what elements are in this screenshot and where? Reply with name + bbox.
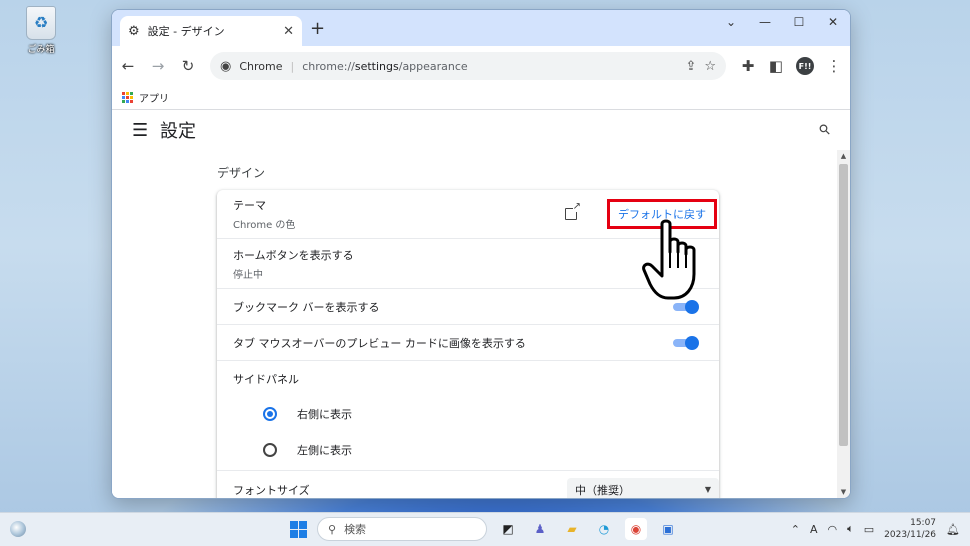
chevron-up-icon[interactable]: ⌃	[791, 523, 800, 536]
clock[interactable]: 15:07 2023/11/26	[884, 517, 936, 541]
new-tab-icon[interactable]: +	[310, 18, 325, 39]
taskbar-center: ⚲ 検索 ◩ ♟ ▰ ◔ ◉ ▣	[290, 517, 679, 541]
search-icon: ⚲	[328, 522, 337, 536]
battery-icon[interactable]: ▭	[864, 523, 874, 536]
side-panel-row: サイドパネル	[217, 360, 719, 396]
page-title: 設定	[160, 121, 196, 142]
open-external-icon[interactable]	[565, 202, 581, 220]
scroll-up-icon[interactable]: ▲	[837, 152, 850, 160]
theme-sub: Chrome の色	[233, 220, 296, 231]
home-button-label: ホームボタンを表示する	[233, 248, 354, 262]
browser-toolbar: ← → ↻ ◉ Chrome | chrome://settings/appea…	[112, 46, 850, 86]
file-explorer-icon[interactable]: ▰	[561, 518, 583, 540]
address-bar[interactable]: ◉ Chrome | chrome://settings/appearance …	[210, 52, 726, 80]
settings-page: ☰ 設定 ⚲ ▲ ▼ デザイン テーマ Chrome の色 デフォルトに戻す ホ…	[112, 110, 850, 498]
close-tab-icon[interactable]: ✕	[283, 24, 294, 39]
section-title-design: デザイン	[217, 166, 266, 180]
clock-time: 15:07	[910, 518, 937, 528]
profile-avatar[interactable]: F!!	[796, 57, 814, 75]
side-panel-right-option[interactable]: 右側に表示	[217, 396, 719, 432]
recycle-bin-icon	[26, 6, 56, 40]
volume-icon[interactable]: 🔈︎	[847, 522, 854, 536]
share-icon[interactable]: ⇪	[685, 59, 696, 74]
forward-arrow-icon[interactable]: →	[150, 57, 166, 75]
maximize-icon[interactable]: ☐	[782, 10, 816, 34]
tab-preview-row[interactable]: タブ マウスオーバーのプレビュー カードに画像を表示する	[217, 324, 719, 360]
side-panel-right-label: 右側に表示	[297, 408, 352, 421]
tab-preview-label: タブ マウスオーバーのプレビュー カードに画像を表示する	[233, 336, 526, 350]
tab-strip: ⚙ 設定 - デザイン ✕ + ⌄ — ☐ ✕	[112, 10, 850, 46]
side-panel-icon[interactable]: ◧	[768, 57, 784, 75]
apps-grid-icon	[122, 92, 133, 103]
extensions-puzzle-icon[interactable]: ✚	[740, 57, 756, 75]
hamburger-menu-icon[interactable]: ☰	[132, 120, 156, 141]
scroll-down-icon[interactable]: ▼	[837, 488, 850, 496]
recycle-bin-shortcut[interactable]: ごみ箱	[18, 6, 64, 55]
back-arrow-icon[interactable]: ←	[120, 57, 136, 75]
window-controls: ⌄ — ☐ ✕	[714, 10, 850, 34]
radio-left[interactable]	[263, 443, 277, 457]
gear-icon: ⚙	[128, 23, 140, 39]
more-menu-icon[interactable]: ⋮	[826, 57, 842, 75]
ime-indicator[interactable]: A	[810, 523, 818, 536]
side-panel-label: サイドパネル	[233, 372, 299, 386]
close-icon[interactable]: ✕	[816, 10, 850, 34]
settings-header: ☰ 設定 ⚲	[112, 110, 850, 150]
edge-icon[interactable]: ◔	[593, 518, 615, 540]
page-scrollbar[interactable]: ▲ ▼	[837, 150, 850, 498]
chrome-logo-icon: ◉	[220, 58, 232, 74]
taskbar-search-label: 検索	[344, 523, 367, 536]
toolbar-actions: ✚ ◧ F!! ⋮	[740, 57, 842, 75]
taskbar: ⚲ 検索 ◩ ♟ ▰ ◔ ◉ ▣ ⌃ A ◠ 🔈︎ ▭ 15:07 2023/1…	[0, 512, 970, 546]
side-panel-left-option[interactable]: 左側に表示	[217, 432, 719, 468]
font-size-row: フォントサイズ 中（推奨） ▼	[217, 470, 719, 498]
system-tray: ⌃ A ◠ 🔈︎ ▭ 15:07 2023/11/26 🔔︎	[791, 517, 960, 541]
home-button-sub: 停止中	[233, 269, 263, 281]
font-size-label: フォントサイズ	[233, 483, 310, 497]
font-size-value: 中（推奨）	[575, 483, 630, 497]
notification-bell-icon[interactable]: 🔔︎	[946, 523, 960, 536]
teams-icon[interactable]: ♟	[529, 518, 551, 540]
taskbar-search-box[interactable]: ⚲ 検索	[317, 517, 487, 541]
scrollbar-thumb[interactable]	[839, 164, 848, 446]
site-label: Chrome	[239, 59, 283, 73]
pointing-hand-icon	[642, 219, 696, 300]
chevron-down-icon[interactable]: ⌄	[714, 10, 748, 34]
reload-icon[interactable]: ↻	[180, 57, 196, 75]
store-icon[interactable]: ▣	[657, 518, 679, 540]
clock-date: 2023/11/26	[884, 530, 937, 540]
tab-preview-toggle[interactable]	[673, 335, 699, 350]
browser-window: ⚙ 設定 - デザイン ✕ + ⌄ — ☐ ✕ ← → ↻ ◉ Chrome |…	[111, 9, 851, 499]
minimize-icon[interactable]: —	[748, 10, 782, 34]
start-windows-icon[interactable]	[290, 520, 307, 538]
network-icon[interactable]: ◠	[828, 523, 838, 536]
bookmark-star-icon[interactable]: ☆	[704, 59, 716, 74]
task-view-icon[interactable]: ◩	[497, 518, 519, 540]
side-panel-left-label: 左側に表示	[297, 444, 352, 457]
radio-right[interactable]	[263, 407, 277, 421]
theme-label: テーマ	[233, 199, 266, 212]
address-separator: |	[290, 59, 295, 73]
url-text: chrome://settings/appearance	[302, 59, 468, 73]
widgets-icon[interactable]	[10, 521, 26, 537]
bookmarks-bar: アプリ	[112, 86, 850, 110]
dropdown-caret-icon: ▼	[704, 485, 711, 494]
chrome-taskbar-icon[interactable]: ◉	[625, 518, 647, 540]
bookmark-apps-link[interactable]: アプリ	[139, 90, 169, 105]
bookmarks-bar-label: ブックマーク バーを表示する	[233, 300, 380, 314]
tab-title: 設定 - デザイン	[147, 25, 225, 38]
tab-settings[interactable]: ⚙ 設定 - デザイン ✕	[120, 16, 302, 46]
font-size-select[interactable]: 中（推奨） ▼	[567, 477, 719, 498]
recycle-bin-label: ごみ箱	[27, 45, 55, 55]
